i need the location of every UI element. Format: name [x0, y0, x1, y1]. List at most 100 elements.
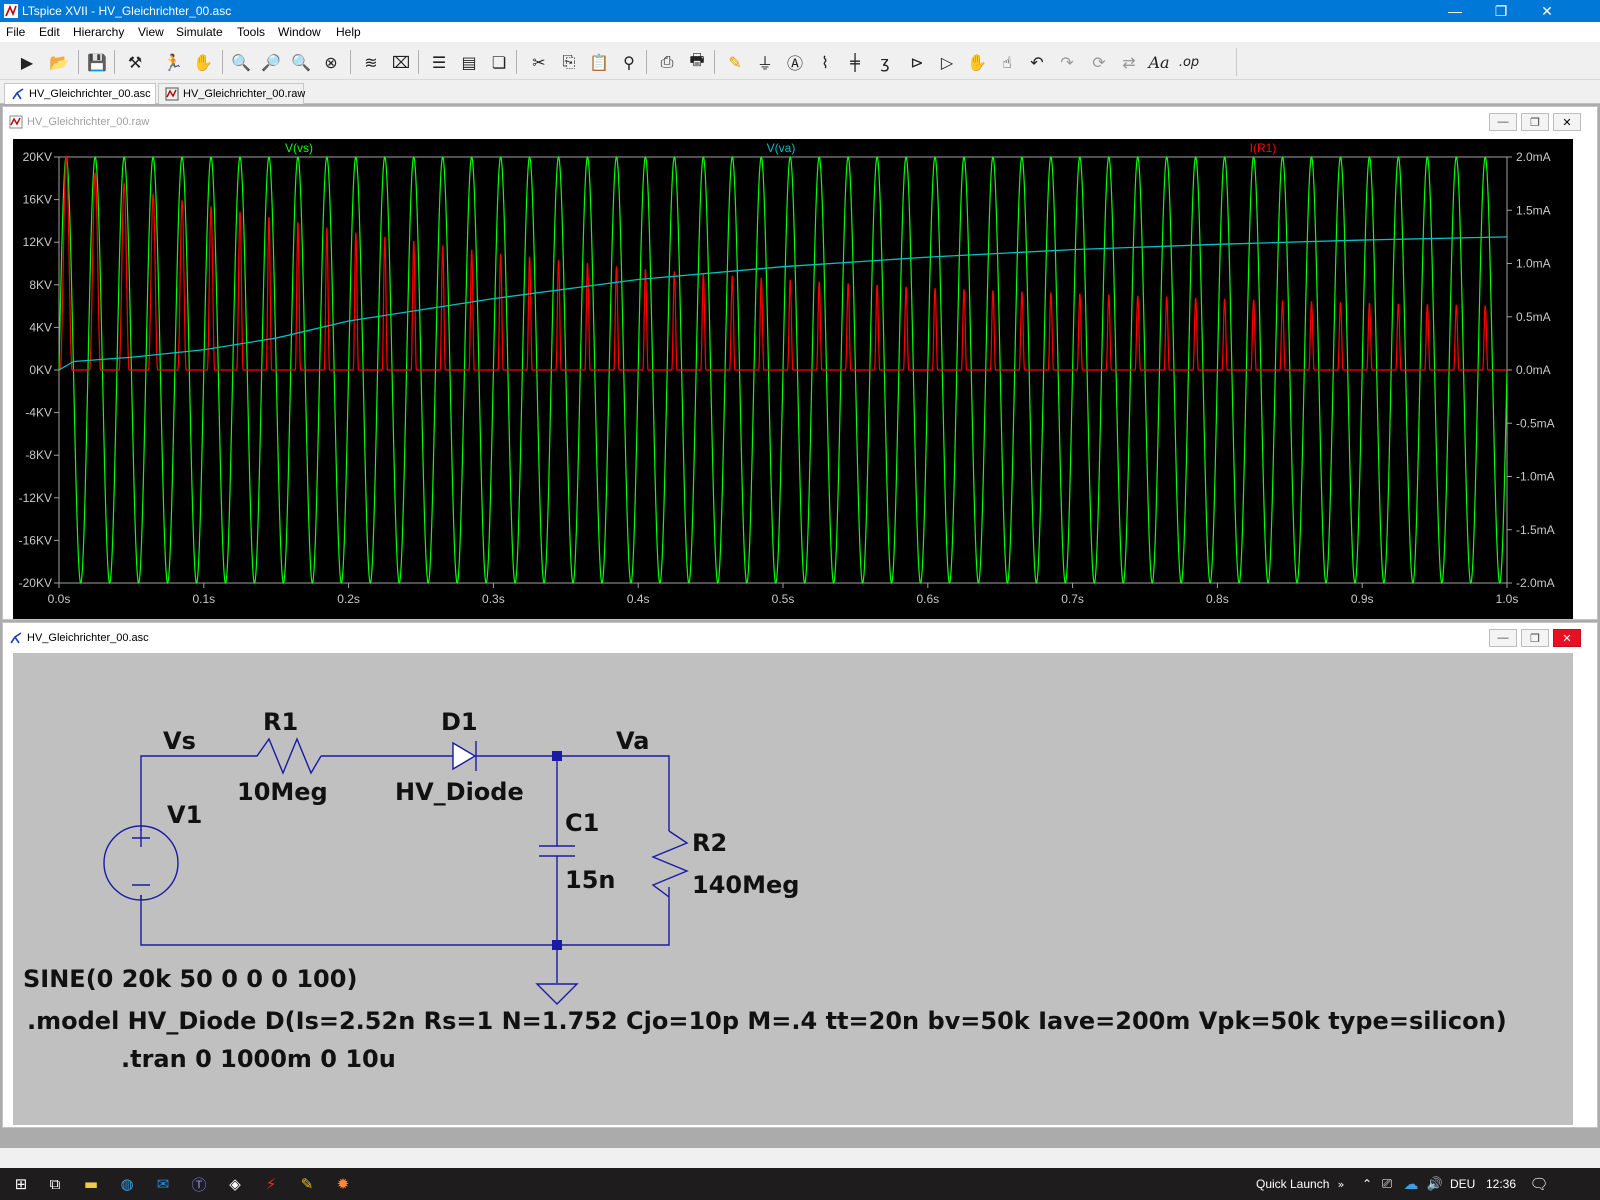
edge-browser-icon[interactable]: ◍ [116, 1173, 138, 1195]
text-icon[interactable]: Aa [1146, 49, 1172, 75]
plot-area[interactable]: 20KV 16KV 12KV 8KV 4KV 0KV -4KV -8KV -12KV -16KV -… [13, 139, 1573, 619]
move-icon[interactable]: ✋ [964, 49, 990, 75]
trace-label-v-va-[interactable]: V(va) [767, 141, 796, 155]
pan-icon[interactable]: ✋ [190, 49, 216, 75]
control-panel-icon[interactable]: ⚒ [122, 49, 148, 75]
menu-tools[interactable]: Tools [237, 25, 265, 39]
menu-hierarchy[interactable]: Hierarchy [73, 25, 124, 39]
print-icon[interactable]: ⎙ [654, 49, 680, 75]
autoscale-icon[interactable]: ≋ [358, 49, 384, 75]
network-icon[interactable]: ⎚ [1376, 1173, 1398, 1195]
net-label-va[interactable]: Va [616, 727, 649, 755]
v1-name[interactable]: V1 [167, 801, 202, 829]
waveform-plot[interactable]: 20KV 16KV 12KV 8KV 4KV 0KV -4KV -8KV -12KV -16KV -… [13, 139, 1573, 619]
ground-symbol[interactable] [535, 983, 579, 1005]
net-label-vs[interactable]: Vs [163, 727, 196, 755]
cut-icon[interactable]: ✂ [526, 49, 552, 75]
schematic-canvas[interactable]: Vs Va R1 10Meg D1 HV_Diode V1 C1 15n R2 … [13, 653, 1573, 1125]
trace-label-v-vs-[interactable]: V(vs) [285, 141, 313, 155]
file-explorer-icon[interactable]: ▬ [80, 1173, 102, 1195]
component-icon[interactable]: ▷ [934, 49, 960, 75]
system-tray-chevron-icon[interactable]: ⌃ [1356, 1173, 1378, 1195]
waveform-minimize-button[interactable]: — [1489, 113, 1517, 131]
tab-waveform[interactable]: HV_Gleichrichter_00.raw [158, 83, 305, 104]
tab-schematic[interactable]: HV_Gleichrichter_00.asc [4, 83, 156, 104]
diode-icon[interactable]: ⊳ [904, 49, 930, 75]
save-icon[interactable]: 💾 [84, 49, 110, 75]
language-indicator[interactable]: DEU [1450, 1177, 1475, 1191]
clock[interactable]: 12:36 [1486, 1177, 1516, 1191]
cube-app-icon[interactable]: ◈ [224, 1173, 246, 1195]
r2-resistor-symbol[interactable] [651, 830, 689, 898]
r2-value[interactable]: 140Meg [692, 871, 799, 899]
pen-app-icon[interactable]: ✎ [296, 1173, 318, 1195]
open-icon[interactable]: 📂 [46, 49, 72, 75]
model-directive[interactable]: .model HV_Diode D(Is=2.52n Rs=1 N=1.752 … [27, 1007, 1507, 1035]
schematic-minimize-button[interactable]: — [1489, 629, 1517, 647]
minimize-button[interactable]: — [1432, 0, 1478, 22]
c1-value[interactable]: 15n [565, 866, 615, 894]
label-net-icon[interactable]: Ⓐ [782, 49, 808, 75]
run-icon[interactable]: ▶ [14, 49, 40, 75]
outlook-icon[interactable]: ✉ [152, 1173, 174, 1195]
r1-resistor-symbol[interactable] [245, 737, 322, 775]
chevron-up-icon[interactable]: » [1330, 1173, 1352, 1195]
rotate-icon[interactable]: ⟳ [1086, 49, 1112, 75]
schematic-restore-button[interactable]: ❐ [1521, 629, 1549, 647]
cascade-icon[interactable]: ❏ [486, 49, 512, 75]
schematic-drawing[interactable]: Vs Va R1 10Meg D1 HV_Diode V1 C1 15n R2 … [13, 653, 1573, 1125]
close-button[interactable]: ✕ [1524, 0, 1570, 22]
mirror-icon[interactable]: ⇄ [1116, 49, 1142, 75]
run-halt-icon[interactable]: 🏃 [160, 49, 186, 75]
ground-icon[interactable]: ⏚ [752, 49, 778, 75]
r2-name[interactable]: R2 [692, 829, 727, 857]
d1-value[interactable]: HV_Diode [395, 778, 524, 806]
drag-icon[interactable]: ☝ [994, 49, 1020, 75]
capacitor-icon[interactable]: ╪ [842, 49, 868, 75]
zoom-out-icon[interactable]: 🔍 [288, 49, 314, 75]
notifications-icon[interactable]: 🗨 [1528, 1173, 1550, 1195]
menu-file[interactable]: File [6, 25, 25, 39]
quick-launch-label[interactable]: Quick Launch [1256, 1177, 1329, 1191]
c1-capacitor-symbol[interactable] [539, 845, 575, 857]
zoom-in-icon[interactable]: 🔍 [228, 49, 254, 75]
windows-start-icon[interactable]: ⊞ [10, 1173, 32, 1195]
zoom-area-icon[interactable]: 🔎 [258, 49, 284, 75]
task-view-icon[interactable]: ⧉ [44, 1173, 66, 1195]
v1-source-symbol[interactable] [103, 825, 179, 901]
v1-source-spec[interactable]: SINE(0 20k 50 0 0 0 100) [23, 965, 357, 993]
trace-label-i-r1-[interactable]: I(R1) [1250, 141, 1277, 155]
tran-directive[interactable]: .tran 0 1000m 0 10u [121, 1045, 396, 1073]
d1-diode-symbol[interactable] [452, 741, 479, 771]
inductor-icon[interactable]: ʒ [872, 49, 898, 75]
waveform-close-button[interactable]: ✕ [1553, 113, 1581, 131]
zoom-fit-icon[interactable]: ⊗ [318, 49, 344, 75]
waveform-restore-button[interactable]: ❐ [1521, 113, 1549, 131]
volume-icon[interactable]: 🔊 [1424, 1173, 1446, 1195]
find-icon[interactable]: ⚲ [616, 49, 642, 75]
copy-icon[interactable]: ⎘ [556, 49, 582, 75]
menu-help[interactable]: Help [336, 25, 361, 39]
r1-value[interactable]: 10Meg [237, 778, 328, 806]
onedrive-icon[interactable]: ☁ [1400, 1173, 1422, 1195]
schematic-close-button[interactable]: ✕ [1553, 629, 1581, 647]
print-preview-icon[interactable]: 🖶 [684, 49, 710, 75]
maximize-button[interactable]: ❐ [1478, 0, 1524, 22]
menu-simulate[interactable]: Simulate [176, 25, 223, 39]
tile-vertical-icon[interactable]: ▤ [456, 49, 482, 75]
menu-window[interactable]: Window [278, 25, 321, 39]
orange-app-icon[interactable]: ✹ [332, 1173, 354, 1195]
ltspice-taskbar-icon[interactable]: ⚡ [260, 1173, 282, 1195]
draw-wire-icon[interactable]: ✎ [722, 49, 748, 75]
menu-view[interactable]: View [138, 25, 164, 39]
cancel-icon[interactable]: ⌧ [388, 49, 414, 75]
r1-name[interactable]: R1 [263, 708, 298, 736]
paste-icon[interactable]: 📋 [586, 49, 612, 75]
tile-horizontal-icon[interactable]: ☰ [426, 49, 452, 75]
undo-icon[interactable]: ↶ [1024, 49, 1050, 75]
spice-directive-icon[interactable]: .op [1176, 49, 1202, 75]
d1-name[interactable]: D1 [441, 708, 478, 736]
teams-icon[interactable]: Ⓣ [188, 1173, 210, 1195]
c1-name[interactable]: C1 [565, 809, 599, 837]
redo-icon[interactable]: ↷ [1054, 49, 1080, 75]
